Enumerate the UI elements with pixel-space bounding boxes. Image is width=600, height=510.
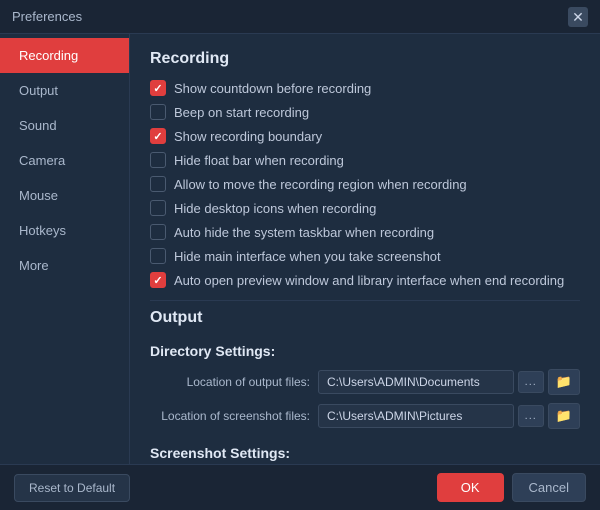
directory-title: Directory Settings: — [150, 343, 580, 359]
screenshot-files-row: Location of screenshot files: ... 📁 — [150, 403, 580, 429]
ok-button[interactable]: OK — [437, 473, 504, 502]
output-folder-button[interactable]: 📁 — [548, 369, 580, 395]
output-path-input[interactable] — [318, 370, 514, 394]
checkbox-row-beep: Beep on start recording — [150, 104, 580, 120]
footer: Reset to Default OK Cancel — [0, 464, 600, 510]
cancel-button[interactable]: Cancel — [512, 473, 586, 502]
checkbox-row-countdown: Show countdown before recording — [150, 80, 580, 96]
output-label: Location of output files: — [150, 375, 310, 389]
checkbox-row-taskbar: Auto hide the system taskbar when record… — [150, 224, 580, 240]
checkbox-maininterface[interactable] — [150, 248, 166, 264]
output-files-row: Location of output files: ... 📁 — [150, 369, 580, 395]
dialog-title: Preferences — [12, 9, 82, 24]
checkbox-floatbar[interactable] — [150, 152, 166, 168]
main-layout: RecordingOutputSoundCameraMouseHotkeysMo… — [0, 34, 600, 464]
footer-actions: OK Cancel — [437, 473, 586, 502]
sidebar-item-more[interactable]: More — [0, 248, 129, 283]
screenshot-settings-title: Screenshot Settings: — [150, 445, 580, 461]
title-bar: Preferences ✕ — [0, 0, 600, 34]
sidebar-item-output[interactable]: Output — [0, 73, 129, 108]
checkbox-label-boundary: Show recording boundary — [174, 129, 322, 144]
sidebar-item-recording[interactable]: Recording — [0, 38, 129, 73]
recording-section: Recording Show countdown before recordin… — [150, 50, 580, 288]
checkbox-row-floatbar: Hide float bar when recording — [150, 152, 580, 168]
sidebar: RecordingOutputSoundCameraMouseHotkeysMo… — [0, 34, 130, 464]
screenshot-path-input[interactable] — [318, 404, 514, 428]
screenshot-folder-button[interactable]: 📁 — [548, 403, 580, 429]
screenshot-settings-section: Screenshot Settings: Screenshot format: … — [150, 445, 580, 464]
checkbox-label-desktopicons: Hide desktop icons when recording — [174, 201, 376, 216]
checkbox-label-preview: Auto open preview window and library int… — [174, 273, 564, 288]
section-divider — [150, 300, 580, 301]
checkbox-preview[interactable] — [150, 272, 166, 288]
checkbox-row-preview: Auto open preview window and library int… — [150, 272, 580, 288]
sidebar-item-sound[interactable]: Sound — [0, 108, 129, 143]
checkbox-desktopicons[interactable] — [150, 200, 166, 216]
checkbox-row-boundary: Show recording boundary — [150, 128, 580, 144]
screenshot-dots-button[interactable]: ... — [518, 405, 544, 427]
checkbox-label-beep: Beep on start recording — [174, 105, 309, 120]
output-input-wrap: ... 📁 — [318, 369, 580, 395]
checkbox-label-moveregion: Allow to move the recording region when … — [174, 177, 467, 192]
screenshot-input-wrap: ... 📁 — [318, 403, 580, 429]
close-button[interactable]: ✕ — [568, 7, 588, 27]
reset-button[interactable]: Reset to Default — [14, 474, 130, 502]
recording-title: Recording — [150, 50, 580, 68]
checkbox-row-desktopicons: Hide desktop icons when recording — [150, 200, 580, 216]
content-area: Recording Show countdown before recordin… — [130, 34, 600, 464]
checkbox-label-taskbar: Auto hide the system taskbar when record… — [174, 225, 434, 240]
checkbox-beep[interactable] — [150, 104, 166, 120]
checkbox-taskbar[interactable] — [150, 224, 166, 240]
checkbox-moveregion[interactable] — [150, 176, 166, 192]
checkboxes-list: Show countdown before recording Beep on s… — [150, 80, 580, 288]
checkbox-label-maininterface: Hide main interface when you take screen… — [174, 249, 441, 264]
checkbox-boundary[interactable] — [150, 128, 166, 144]
checkbox-countdown[interactable] — [150, 80, 166, 96]
sidebar-item-mouse[interactable]: Mouse — [0, 178, 129, 213]
output-section: Output Directory Settings: Location of o… — [150, 309, 580, 464]
sidebar-item-camera[interactable]: Camera — [0, 143, 129, 178]
output-dots-button[interactable]: ... — [518, 371, 544, 393]
sidebar-item-hotkeys[interactable]: Hotkeys — [0, 213, 129, 248]
checkbox-row-maininterface: Hide main interface when you take screen… — [150, 248, 580, 264]
checkbox-label-floatbar: Hide float bar when recording — [174, 153, 344, 168]
output-title: Output — [150, 309, 580, 327]
screenshot-label: Location of screenshot files: — [150, 409, 310, 423]
checkbox-row-moveregion: Allow to move the recording region when … — [150, 176, 580, 192]
checkbox-label-countdown: Show countdown before recording — [174, 81, 371, 96]
